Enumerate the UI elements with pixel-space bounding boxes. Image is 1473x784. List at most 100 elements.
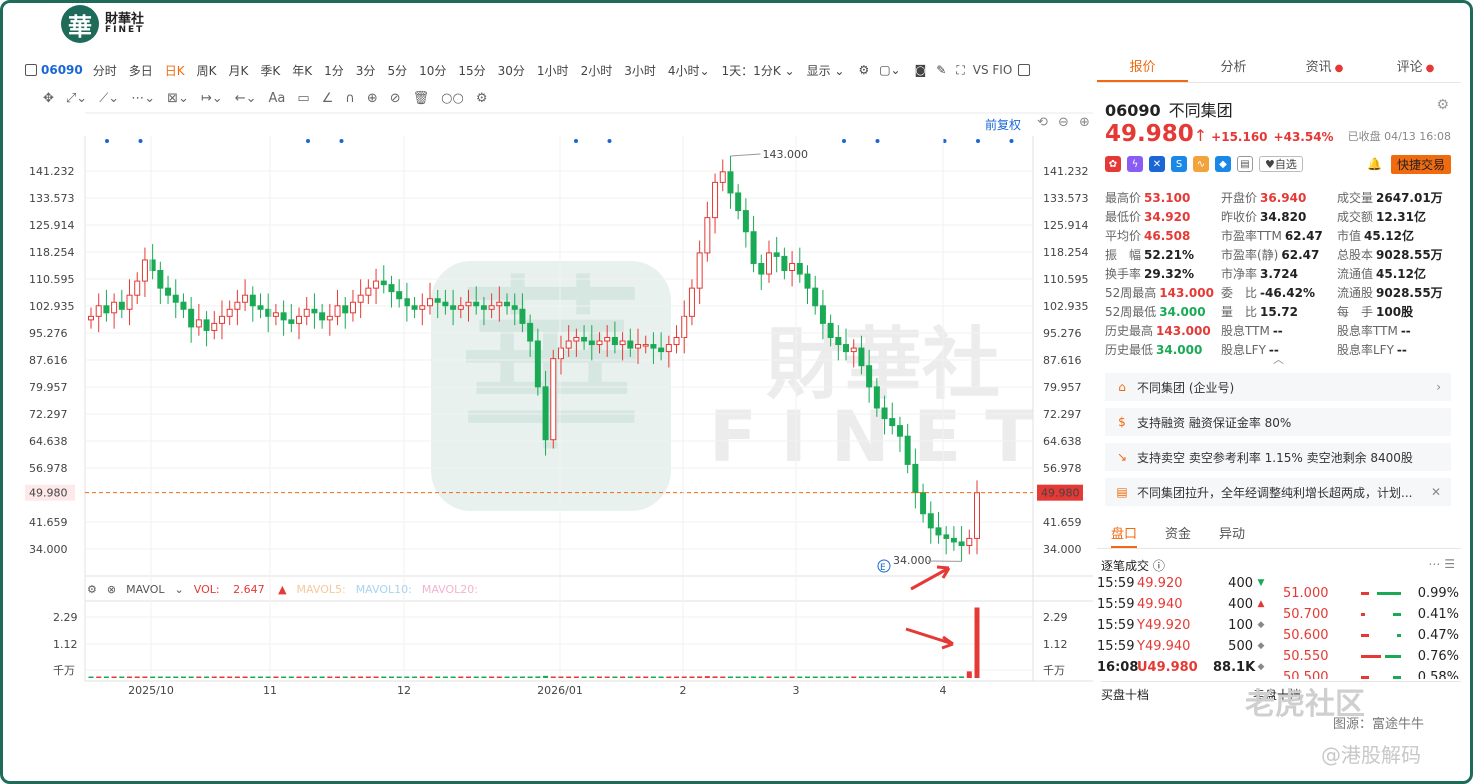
candle[interactable] [111,293,118,329]
candle[interactable] [419,293,426,326]
period-12[interactable]: 30分 [498,62,525,79]
pen-icon[interactable]: ✎ [936,63,946,77]
event-dot[interactable] [942,139,947,143]
draw-tool-icon-5[interactable]: ↦⌄ [201,91,223,106]
period-18[interactable]: 显示 ⌄ [807,62,845,79]
bottom-tab-2[interactable]: 异动 [1219,523,1245,548]
candle[interactable] [172,279,179,319]
candle[interactable] [249,286,256,322]
candle[interactable] [681,300,688,354]
event-dot[interactable] [976,139,980,143]
candle[interactable] [935,511,942,544]
candle[interactable] [688,279,695,326]
zoom-controls[interactable]: ⟲ ⊖ ⊕ [1037,115,1093,130]
candle[interactable] [966,529,973,555]
candle[interactable] [141,247,148,297]
candle[interactable] [719,159,726,192]
candle[interactable] [943,526,950,555]
candle[interactable] [565,325,572,357]
compare-button[interactable]: VS FIO [973,63,1013,77]
candle[interactable] [226,300,233,326]
quote-tab-3[interactable]: 评论 ● [1370,53,1461,82]
candle[interactable] [819,289,826,340]
candle[interactable] [134,272,141,305]
panel-toggle-icon[interactable] [1018,64,1031,76]
candle[interactable] [927,501,934,544]
candle[interactable] [311,293,318,329]
candle[interactable] [296,307,303,340]
candle[interactable] [126,279,133,326]
period-6[interactable]: 年K [292,62,312,79]
candle[interactable] [396,279,403,308]
vol-indicator-name[interactable]: MAVOL [126,583,164,596]
candle[interactable] [611,321,618,354]
add-watchlist-button[interactable]: ♥自选 [1259,156,1303,172]
candle[interactable] [434,289,441,319]
draw-tool-icon-7[interactable]: Aa [269,91,286,106]
candle[interactable] [265,293,272,333]
candle[interactable] [873,378,880,417]
period-11[interactable]: 15分 [458,62,485,79]
period-4[interactable]: 月K [229,62,249,79]
candle[interactable] [365,279,372,305]
quote-settings-icon[interactable]: ⚙ [1436,97,1449,113]
event-dot[interactable] [842,139,846,143]
candle[interactable] [712,173,719,234]
candle[interactable] [457,296,464,319]
candle[interactable] [920,483,927,523]
candle[interactable] [804,265,811,305]
period-15[interactable]: 3小时 [624,62,656,79]
candle[interactable] [588,325,595,361]
info-end-icon-3[interactable]: ✕ [1431,485,1441,499]
candle[interactable] [157,261,164,305]
candle[interactable] [180,293,187,319]
candle[interactable] [373,268,380,305]
candle[interactable] [542,370,549,456]
period-9[interactable]: 5分 [387,62,407,79]
adjust-mode-button[interactable]: 前复权 [985,116,1021,133]
draw-tool-icon-13[interactable]: 🗑 [413,91,430,106]
layout-icon[interactable]: ▢⌄ [879,63,900,77]
candle[interactable] [866,349,873,403]
candle[interactable] [411,296,418,319]
draw-tool-icon-6[interactable]: ←⌄ [235,91,257,106]
candle[interactable] [149,244,156,280]
candle[interactable] [843,328,850,361]
draw-tool-icon-1[interactable]: ⤢⌄ [66,91,87,106]
ticks-menu-icon[interactable]: ⋯ ☰ [1428,557,1455,571]
candle[interactable] [796,247,803,283]
doc-icon[interactable]: ▤ [1237,156,1253,172]
candle[interactable] [812,275,819,315]
candle[interactable] [504,293,511,315]
candle[interactable] [326,304,333,336]
candle[interactable] [257,293,264,319]
candle[interactable] [426,282,433,315]
event-dot[interactable] [607,139,612,143]
exchange-icon[interactable]: ✕ [1149,156,1165,172]
draw-tool-icon-4[interactable]: ⊠⌄ [167,91,189,106]
draw-tool-icon-10[interactable]: ∩ [345,91,355,106]
draw-tool-icon-0[interactable]: ✥ [43,91,54,106]
candle[interactable] [195,304,202,336]
candle[interactable] [658,332,665,361]
draw-tool-icon-11[interactable]: ⊕ [367,91,378,106]
s-badge-icon[interactable]: S [1171,156,1187,172]
candle[interactable] [550,349,557,449]
candle[interactable] [635,328,642,364]
candle[interactable] [573,328,580,357]
candle[interactable] [742,198,749,248]
candle[interactable] [342,296,349,329]
period-14[interactable]: 2小时 [581,62,613,79]
info-end-icon-0[interactable]: › [1436,380,1441,394]
candle[interactable] [727,155,734,209]
candle[interactable] [118,289,125,319]
candle[interactable] [604,325,611,357]
event-dot[interactable] [105,139,109,143]
camera-icon[interactable]: ◙ [915,63,927,77]
candle[interactable] [218,300,225,340]
stock-code[interactable]: 06090 [41,63,83,77]
candle[interactable] [334,289,341,326]
candle[interactable] [496,286,503,322]
candle[interactable] [450,289,457,326]
event-dot[interactable] [138,139,143,143]
